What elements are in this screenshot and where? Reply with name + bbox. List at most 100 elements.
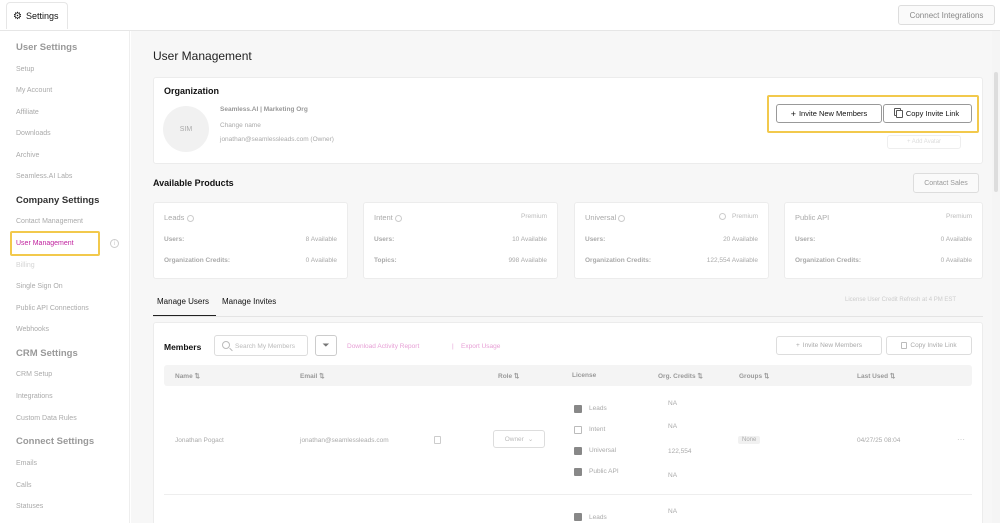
sidebar-item-my-account[interactable]: My Account bbox=[16, 87, 52, 94]
credits-leads: NA bbox=[668, 508, 678, 515]
organization-title: Organization bbox=[164, 86, 220, 96]
sidebar-heading-connect-settings: Connect Settings bbox=[16, 436, 95, 447]
column-name[interactable]: Name ⇅ bbox=[175, 372, 200, 380]
tab-manage-users[interactable]: Manage Users bbox=[157, 297, 209, 306]
product-name: Leads bbox=[164, 213, 194, 222]
scrollbar-thumb[interactable] bbox=[994, 72, 998, 192]
product-credits-label: Organization Credits: bbox=[795, 257, 862, 264]
column-role[interactable]: Role ⇅ bbox=[498, 372, 519, 380]
sidebar-item-emails[interactable]: Emails bbox=[16, 460, 37, 467]
highlight-user-management bbox=[10, 231, 100, 256]
members-title: Members bbox=[164, 342, 202, 352]
info-icon bbox=[618, 214, 626, 222]
premium-badge: Premium bbox=[945, 213, 972, 220]
search-box bbox=[214, 335, 308, 356]
invite-new-members-button-secondary[interactable]: + Invite New Members bbox=[776, 336, 882, 355]
copy-invite-link-button-secondary[interactable]: Copy Invite Link bbox=[886, 336, 972, 355]
download-activity-report-link[interactable]: Download Activity Report bbox=[347, 343, 419, 350]
members-table-header: Name ⇅ Email ⇅ Role ⇅ License Org. Credi… bbox=[164, 365, 972, 386]
license-label-leads: Leads bbox=[589, 405, 607, 412]
sidebar-item-calls[interactable]: Calls bbox=[16, 482, 32, 489]
more-options-icon[interactable]: ⋯ bbox=[957, 435, 965, 444]
sidebar-item-public-api[interactable]: Public API Connections bbox=[16, 305, 89, 312]
search-input[interactable] bbox=[235, 339, 305, 353]
sidebar-heading-user-settings: User Settings bbox=[16, 42, 78, 53]
product-name: Universal bbox=[585, 213, 626, 222]
column-org-credits[interactable]: Org. Credits ⇅ bbox=[658, 372, 703, 380]
product-name: Public API bbox=[795, 213, 830, 222]
members-card: Members ⏷ Download Activity Report | Exp… bbox=[153, 322, 983, 523]
sidebar-item-affiliate[interactable]: Affiliate bbox=[16, 109, 39, 116]
product-users-value: 0 Available bbox=[940, 236, 972, 243]
invite-new-members-label: Invite New Members bbox=[802, 342, 863, 349]
sidebar-item-crm-setup[interactable]: CRM Setup bbox=[16, 371, 52, 378]
product-users-label: Users: bbox=[585, 236, 606, 243]
info-icon bbox=[394, 214, 402, 222]
product-name: Intent bbox=[374, 213, 402, 222]
row-divider bbox=[164, 494, 972, 495]
license-checkbox-intent[interactable] bbox=[574, 426, 582, 434]
product-topics-value: 998 Available bbox=[508, 257, 547, 264]
sidebar-item-webhooks[interactable]: Webhooks bbox=[16, 326, 49, 333]
sidebar-item-single-sign-on[interactable]: Single Sign On bbox=[16, 283, 63, 290]
license-label-intent: Intent bbox=[589, 426, 606, 433]
sidebar-item-archive[interactable]: Archive bbox=[16, 152, 39, 159]
copy-icon bbox=[901, 342, 908, 349]
column-email[interactable]: Email ⇅ bbox=[300, 372, 325, 380]
product-credits-label: Organization Credits: bbox=[585, 257, 652, 264]
column-groups[interactable]: Groups ⇅ bbox=[739, 372, 769, 380]
add-avatar-button[interactable]: + Add Avatar bbox=[887, 135, 961, 149]
highlight-invite-buttons bbox=[767, 95, 979, 133]
plus-icon: + bbox=[795, 342, 800, 349]
tab-settings[interactable]: ⚙ Settings bbox=[6, 2, 68, 29]
license-checkbox-leads[interactable] bbox=[574, 513, 582, 521]
column-last-used[interactable]: Last Used ⇅ bbox=[857, 372, 895, 380]
license-checkbox-leads[interactable] bbox=[574, 405, 582, 413]
available-products-title: Available Products bbox=[153, 178, 234, 188]
sidebar-item-custom-data-rules[interactable]: Custom Data Rules bbox=[16, 415, 77, 422]
license-label-public-api: Public API bbox=[589, 468, 619, 475]
license-label-universal: Universal bbox=[589, 447, 617, 454]
product-credits-value: 122,554 Available bbox=[706, 257, 758, 264]
filter-button[interactable]: ⏷ bbox=[315, 335, 337, 356]
sidebar-item-billing[interactable]: Billing bbox=[16, 262, 35, 269]
sidebar-item-setup[interactable]: Setup bbox=[16, 66, 34, 73]
avatar[interactable]: SIM bbox=[163, 106, 209, 152]
globe-icon bbox=[718, 213, 726, 220]
sidebar-item-statuses[interactable]: Statuses bbox=[16, 503, 43, 510]
product-users-label: Users: bbox=[795, 236, 816, 243]
sidebar-item-downloads[interactable]: Downloads bbox=[16, 130, 51, 137]
credits-intent: NA bbox=[668, 423, 678, 430]
product-users-label: Users: bbox=[164, 236, 185, 243]
connect-integrations-button[interactable]: Connect Integrations bbox=[898, 5, 995, 25]
tab-manage-invites[interactable]: Manage Invites bbox=[222, 297, 276, 306]
settings-sidebar: User Settings Setup My Account Affiliate… bbox=[0, 31, 130, 523]
sidebar-heading-company-settings: Company Settings bbox=[16, 195, 100, 206]
credits-public-api: NA bbox=[668, 472, 678, 479]
link-divider: | bbox=[452, 343, 454, 350]
contact-sales-button[interactable]: Contact Sales bbox=[913, 173, 979, 193]
member-name: Jonathan Pogact bbox=[175, 437, 224, 444]
copy-email-icon[interactable] bbox=[434, 436, 441, 444]
change-name-link[interactable]: Change name bbox=[220, 122, 261, 129]
sidebar-item-labs[interactable]: Seamless.AI Labs bbox=[16, 173, 72, 180]
export-usage-link[interactable]: Export Usage bbox=[461, 343, 500, 350]
sidebar-item-integrations[interactable]: Integrations bbox=[16, 393, 53, 400]
sidebar-item-contact-management[interactable]: Contact Management bbox=[16, 218, 83, 225]
role-select[interactable]: Owner ⌄ bbox=[493, 430, 545, 448]
product-card-universal: Universal Premium Users: 20 Available Or… bbox=[574, 202, 769, 279]
role-value: Owner bbox=[504, 435, 524, 443]
search-icon bbox=[222, 341, 230, 349]
product-card-public-api: Public API Premium Users: 0 Available Or… bbox=[784, 202, 983, 279]
last-used: 04/27/25 08:04 bbox=[857, 437, 901, 444]
license-label-leads: Leads bbox=[589, 514, 607, 521]
product-credits-value: 0 Available bbox=[305, 257, 337, 264]
product-users-label: Users: bbox=[374, 236, 395, 243]
license-checkbox-universal[interactable] bbox=[574, 447, 582, 455]
owner-email: jonathan@seamlessleads.com (Owner) bbox=[220, 136, 334, 143]
info-icon bbox=[186, 214, 194, 222]
license-checkbox-public-api[interactable] bbox=[574, 468, 582, 476]
product-card-intent: Intent Premium Users: 10 Available Topic… bbox=[363, 202, 558, 279]
refresh-note: License User Credit Refresh at 4 PM EST bbox=[845, 297, 957, 303]
product-credits-label: Organization Credits: bbox=[164, 257, 231, 264]
